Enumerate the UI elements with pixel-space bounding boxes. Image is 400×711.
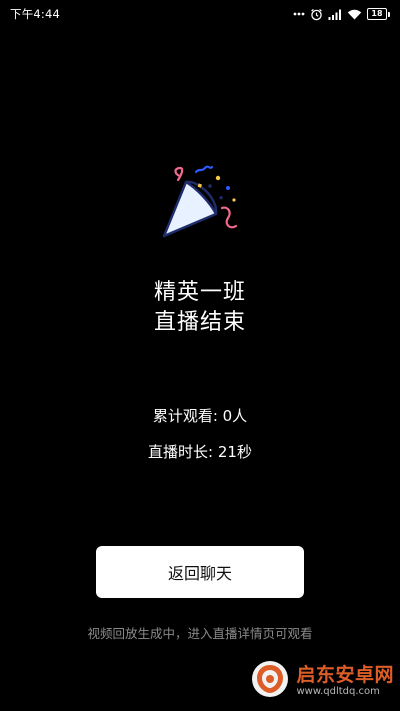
status-bar: 下午4:44 18 (0, 0, 400, 28)
live-ended-text: 直播结束 (153, 310, 246, 335)
total-views: 累计观看: 0人 (152, 407, 248, 425)
wifi-icon (347, 9, 362, 20)
replay-hint: 视频回放生成中，进入直播详情页可观看 (87, 626, 313, 641)
battery-level: 18 (367, 8, 387, 20)
live-ended-title: 精英一班 直播结束 (0, 278, 400, 338)
watermark: 启东安卓网 www.qdltdq.com (250, 659, 394, 703)
status-icons: 18 (293, 8, 390, 21)
class-name: 精英一班 (153, 280, 246, 305)
signal-icon (328, 9, 342, 20)
status-time: 下午4:44 (10, 6, 60, 22)
watermark-url: www.qdltdq.com (296, 685, 380, 697)
back-to-chat-button[interactable]: 返回聊天 (96, 546, 304, 598)
watermark-brand: 启东安卓网 (296, 664, 394, 687)
watermark-logo-icon (250, 659, 290, 703)
status-time-text: 下午4:44 (10, 7, 61, 21)
battery-icon: 18 (367, 8, 390, 20)
alarm-icon (310, 8, 323, 21)
dots-icon (293, 9, 305, 19)
party-popper-icon (152, 162, 248, 258)
live-duration: 直播时长: 21秒 (148, 443, 252, 461)
